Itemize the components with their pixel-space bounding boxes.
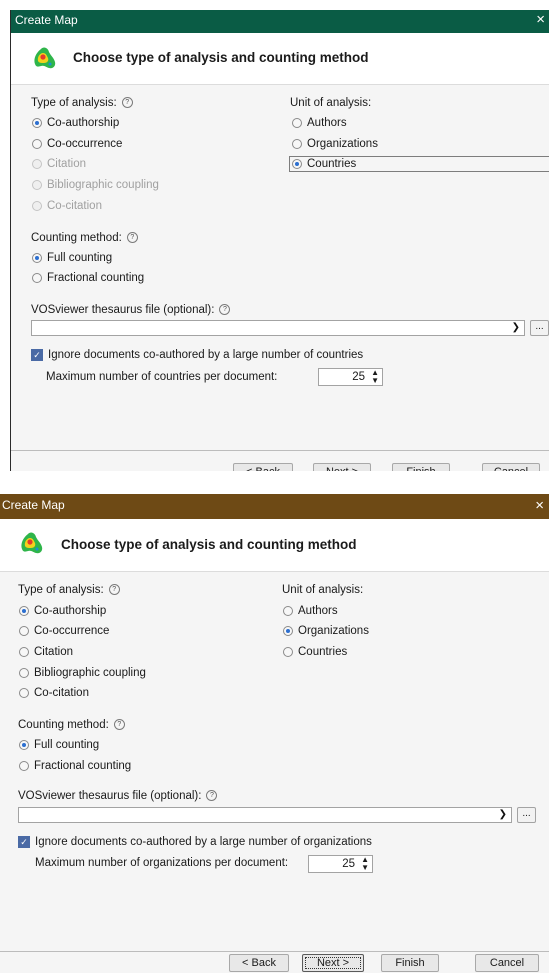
radio-dot [32, 180, 42, 190]
unit-of-analysis-label: Unit of analysis: [282, 584, 364, 596]
thesaurus-file-select[interactable]: ❯ [31, 320, 525, 336]
radio-dot [19, 647, 29, 657]
radio-full-counting[interactable]: Full counting [19, 739, 99, 751]
browse-button[interactable]: ... [530, 320, 549, 336]
radio-dot [283, 606, 293, 616]
radio-citation[interactable]: Citation [19, 646, 73, 658]
close-icon[interactable]: × [536, 11, 545, 28]
counting-method-label: Counting method:? [31, 232, 138, 244]
radio-dot [19, 688, 29, 698]
radio-dot [32, 159, 42, 169]
thesaurus-label: VOSviewer thesaurus file (optional):? [31, 304, 231, 316]
radio-citation: Citation [32, 158, 86, 170]
radio-dot [283, 626, 293, 636]
next-button[interactable]: Next > [302, 954, 364, 972]
chevron-down-icon[interactable]: ❯ [512, 322, 520, 333]
radio-dot [292, 159, 302, 169]
browse-button[interactable]: ... [517, 807, 536, 823]
window-title: Create Map [15, 13, 78, 27]
cancel-button[interactable]: Cancel [475, 954, 539, 972]
radio-countries[interactable]: Countries [283, 646, 347, 658]
max-per-document-label: Maximum number of organizations per docu… [35, 857, 289, 869]
title-bar: Create Map × [0, 494, 549, 519]
radio-countries[interactable]: Countries [289, 156, 549, 172]
next-button[interactable]: Next > [313, 463, 371, 471]
title-bar: Create Map × [11, 10, 549, 33]
thesaurus-label: VOSviewer thesaurus file (optional):? [18, 790, 218, 802]
radio-organizations[interactable]: Organizations [292, 138, 378, 150]
radio-dot [19, 740, 29, 750]
radio-co-citation: Co-citation [32, 200, 102, 212]
radio-dot [32, 201, 42, 211]
cancel-button[interactable]: Cancel [482, 463, 540, 471]
radio-dot [283, 647, 293, 657]
help-icon: ? [219, 304, 231, 316]
radio-organizations[interactable]: Organizations [283, 625, 369, 637]
wizard-header: Choose type of analysis and counting met… [0, 519, 549, 572]
max-per-document-spinner[interactable]: 25 ▲ ▼ [308, 855, 373, 873]
radio-bibliographic-coupling[interactable]: Bibliographic coupling [19, 667, 146, 679]
type-of-analysis-label: Type of analysis:? [31, 97, 133, 109]
page-heading: Choose type of analysis and counting met… [61, 537, 357, 552]
radio-dot [19, 668, 29, 678]
help-icon: ? [126, 232, 138, 244]
page-heading: Choose type of analysis and counting met… [73, 50, 369, 65]
max-per-document-label: Maximum number of countries per document… [46, 371, 278, 383]
finish-button[interactable]: Finish [392, 463, 450, 471]
create-map-dialog-organizations: Create Map × Choose type of analysis and… [0, 494, 549, 973]
radio-authors[interactable]: Authors [283, 605, 338, 617]
chevron-down-icon[interactable]: ❯ [499, 809, 507, 820]
radio-dot [19, 606, 29, 616]
thesaurus-file-select[interactable]: ❯ [18, 807, 512, 823]
radio-authors[interactable]: Authors [292, 117, 347, 129]
close-icon[interactable]: × [535, 497, 544, 514]
vosviewer-logo-icon [34, 47, 56, 69]
radio-co-authorship[interactable]: Co-authorship [32, 117, 119, 129]
radio-fractional-counting[interactable]: Fractional counting [19, 760, 131, 772]
ignore-documents-checkbox[interactable]: ✓ Ignore documents co-authored by a large… [31, 349, 363, 361]
radio-dot [292, 139, 302, 149]
help-icon: ? [206, 790, 218, 802]
radio-dot [32, 118, 42, 128]
type-of-analysis-label: Type of analysis:? [18, 584, 120, 596]
counting-method-label: Counting method:? [18, 719, 125, 731]
unit-of-analysis-label: Unit of analysis: [290, 97, 372, 109]
help-icon: ? [113, 719, 125, 731]
radio-co-citation[interactable]: Co-citation [19, 687, 89, 699]
back-button[interactable]: < Back [233, 463, 293, 471]
radio-co-occurrence[interactable]: Co-occurrence [19, 625, 109, 637]
finish-button[interactable]: Finish [381, 954, 439, 972]
radio-dot [32, 253, 42, 263]
create-map-dialog-countries: Create Map × Choose type of analysis and… [10, 10, 549, 471]
back-button[interactable]: < Back [229, 954, 289, 972]
radio-full-counting[interactable]: Full counting [32, 252, 112, 264]
vosviewer-logo-icon [21, 532, 43, 554]
max-per-document-spinner[interactable]: 25 ▲ ▼ [318, 368, 383, 386]
ignore-documents-checkbox[interactable]: ✓ Ignore documents co-authored by a large… [18, 836, 372, 848]
help-icon: ? [121, 97, 133, 109]
radio-co-occurrence[interactable]: Co-occurrence [32, 138, 122, 150]
help-icon: ? [108, 584, 120, 596]
window-title: Create Map [2, 498, 65, 512]
radio-co-authorship[interactable]: Co-authorship [19, 605, 106, 617]
radio-dot [292, 118, 302, 128]
radio-dot [19, 761, 29, 771]
wizard-header: Choose type of analysis and counting met… [11, 33, 549, 85]
spinner-arrows-icon: ▲ ▼ [361, 855, 369, 872]
checkmark-icon: ✓ [31, 349, 43, 361]
radio-bibliographic-coupling: Bibliographic coupling [32, 179, 159, 191]
spinner-arrows-icon: ▲ ▼ [371, 368, 379, 385]
radio-dot [19, 626, 29, 636]
radio-dot [32, 139, 42, 149]
checkmark-icon: ✓ [18, 836, 30, 848]
radio-dot [32, 273, 42, 283]
radio-fractional-counting[interactable]: Fractional counting [32, 272, 144, 284]
